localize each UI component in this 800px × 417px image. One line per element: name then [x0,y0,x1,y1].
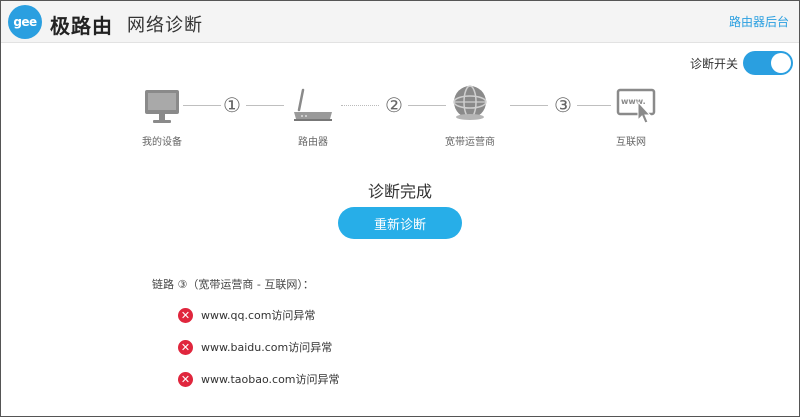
connector-line [246,105,284,106]
connector-line [577,105,611,106]
result-text: www.baidu.com访问异常 [201,341,333,354]
monitor-icon [139,86,185,126]
connector-line [510,105,548,106]
error-icon: ✕ [178,339,193,355]
step-label-router: 路由器 [298,137,328,148]
toggle-knob [771,53,791,73]
step-number-1: ① [223,93,241,117]
link-summary: 链路 ③（宽带运营商 - 互联网）： [152,278,314,291]
connector-line [408,105,446,106]
gee-logo-icon: gee [8,5,42,39]
page-title: 网络诊断 [127,15,203,36]
rediagnose-button[interactable]: 重新诊断 [338,207,462,239]
step-number-3: ③ [554,93,572,117]
step-label-internet: 互联网 [616,137,646,148]
globe-icon [447,84,493,124]
step-label-isp: 宽带运营商 [445,137,495,148]
connector-line [183,105,221,106]
result-row: ✕ www.qq.com访问异常 [178,306,315,324]
error-icon: ✕ [178,371,193,387]
result-text: www.qq.com访问异常 [201,309,316,322]
router-icon [290,86,336,126]
svg-text:www.: www. [621,97,646,106]
www-icon: www. [610,86,656,126]
diagnosis-status-title: 诊断完成 [367,182,432,201]
result-row: ✕ www.baidu.com访问异常 [178,338,332,356]
step-number-2: ② [385,93,403,117]
step-label-my-device: 我的设备 [142,137,182,148]
diagnosis-toggle[interactable] [743,51,793,75]
connector-line [341,105,379,106]
diagnosis-toggle-label: 诊断开关 [690,57,739,71]
result-text: www.taobao.com访问异常 [201,373,340,386]
error-icon: ✕ [178,307,193,323]
router-admin-link[interactable]: 路由器后台 [729,13,789,30]
brand-name: 极路由 [50,14,113,38]
result-row: ✕ www.taobao.com访问异常 [178,370,340,388]
header-bar: gee 极路由 网络诊断 路由器后台 [1,1,799,43]
